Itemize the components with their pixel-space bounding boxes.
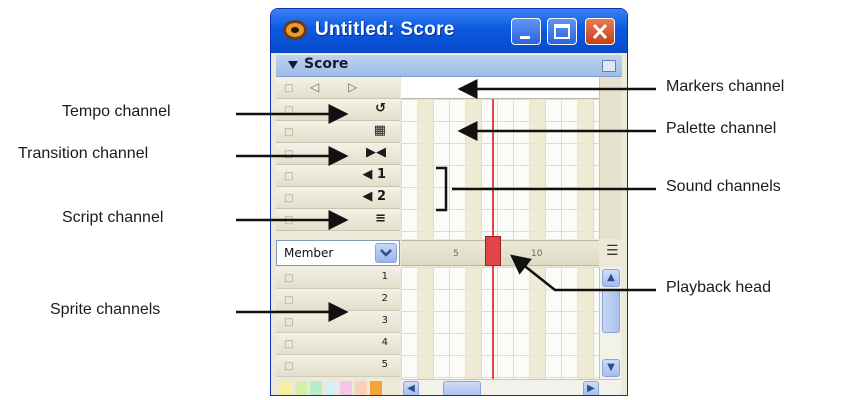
playback-arrow [510,254,656,292]
playback-head-label: Playback head [666,279,771,296]
transition-channel-label: Transition channel [18,145,149,162]
palette-channel-label: Palette channel [666,120,777,137]
sound-bracket [436,166,448,212]
callout-arrows [236,79,656,322]
script-channel-label: Script channel [62,209,164,226]
sound-channels-label: Sound channels [666,178,781,195]
tempo-channel-label: Tempo channel [62,103,171,120]
markers-channel-label: Markers channel [666,78,785,95]
sprite-channels-label: Sprite channels [50,301,161,318]
